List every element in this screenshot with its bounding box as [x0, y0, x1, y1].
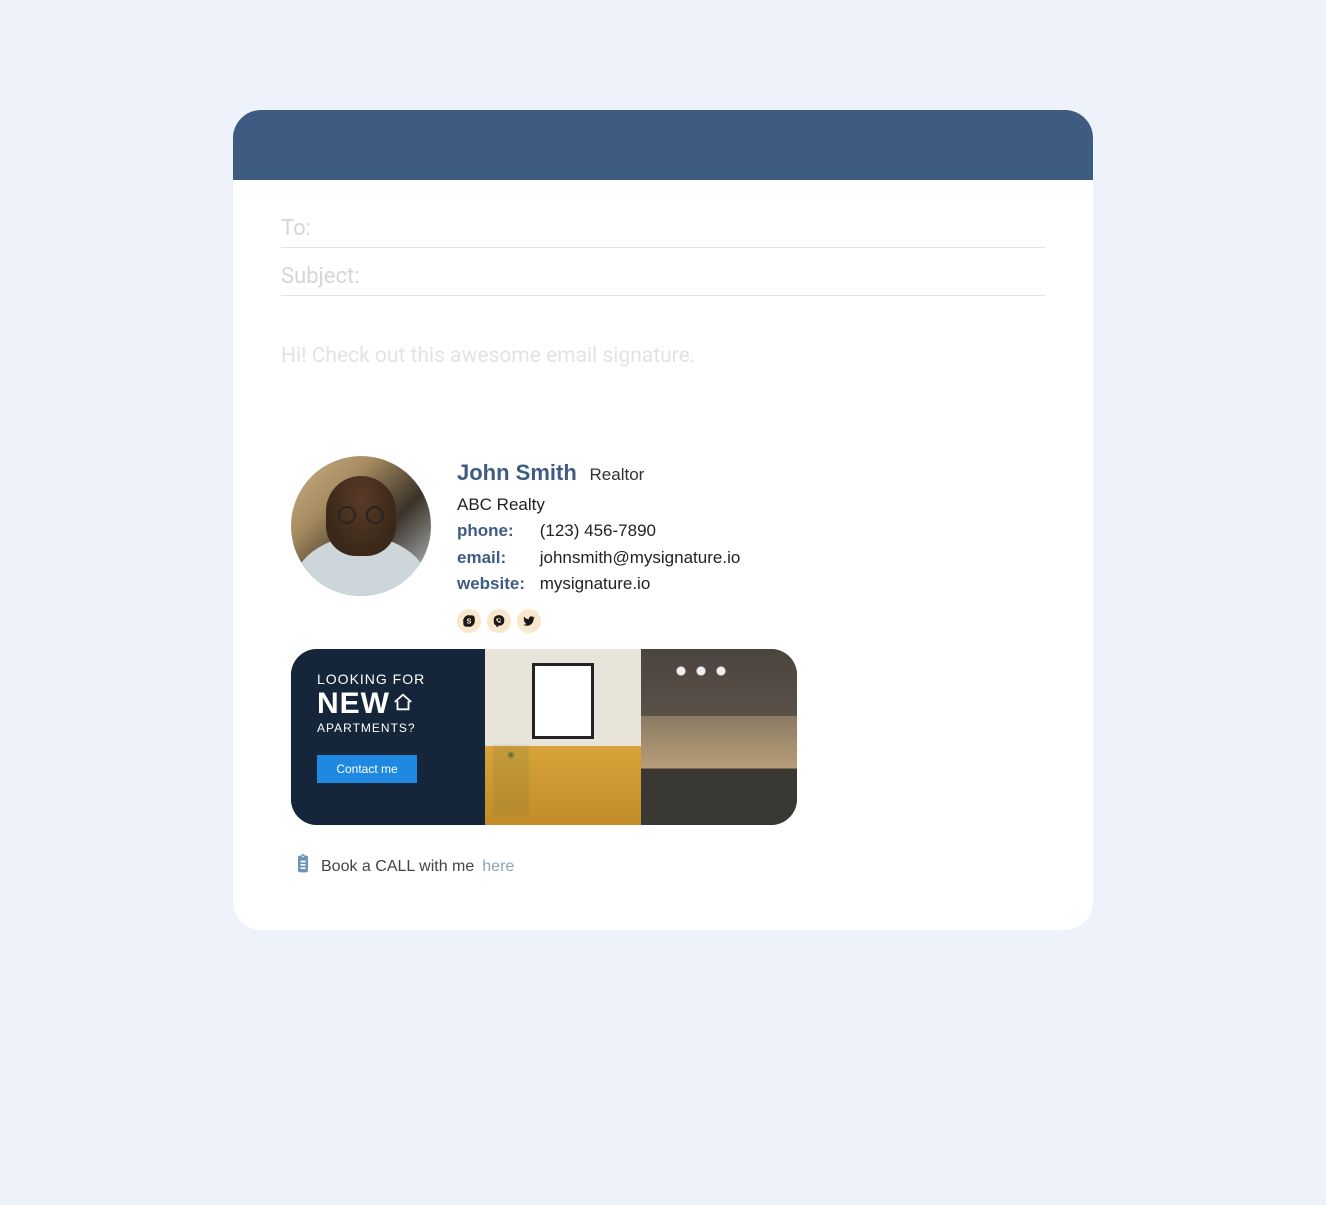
banner-text-panel: LOOKING FOR NEW APARTMENTS? Contact me — [291, 649, 485, 825]
skype-icon[interactable] — [457, 609, 481, 633]
website-value[interactable]: mysignature.io — [540, 574, 651, 593]
to-field-row[interactable]: To: — [281, 206, 1045, 248]
email-value[interactable]: johnsmith@mysignature.io — [540, 548, 741, 567]
book-call-row: Book a CALL with me here — [293, 853, 1045, 880]
signature-company: ABC Realty — [457, 492, 1045, 518]
email-compose-window: To: Subject: Hi! Check out this awesome … — [233, 110, 1093, 930]
book-call-text: Book a CALL with me — [321, 858, 474, 876]
website-label: website: — [457, 571, 535, 597]
page-background: To: Subject: Hi! Check out this awesome … — [89, 0, 1237, 1040]
promo-banner[interactable]: LOOKING FOR NEW APARTMENTS? Contact me — [291, 649, 797, 825]
viber-icon[interactable] — [487, 609, 511, 633]
social-icons-row — [457, 609, 1045, 633]
clipboard-icon — [293, 853, 313, 880]
contact-me-button[interactable]: Contact me — [317, 755, 417, 783]
twitter-icon[interactable] — [517, 609, 541, 633]
house-icon — [392, 691, 414, 713]
subject-label: Subject: — [281, 264, 360, 289]
signature-info: John Smith Realtor ABC Realty phone: (12… — [457, 456, 1045, 633]
banner-line3: APARTMENTS? — [317, 721, 467, 735]
subject-field-row[interactable]: Subject: — [281, 254, 1045, 296]
book-call-link[interactable]: here — [482, 858, 514, 876]
signature-title: Realtor — [590, 465, 645, 484]
email-label: email: — [457, 545, 535, 571]
banner-image-dining-room — [641, 649, 797, 825]
email-signature: John Smith Realtor ABC Realty phone: (12… — [291, 456, 1045, 880]
phone-label: phone: — [457, 518, 535, 544]
banner-line1: LOOKING FOR — [317, 671, 467, 687]
to-label: To: — [281, 216, 311, 241]
signature-avatar — [291, 456, 431, 596]
email-body-text[interactable]: Hi! Check out this awesome email signatu… — [281, 344, 1045, 368]
signature-name: John Smith — [457, 460, 577, 485]
email-body-area: To: Subject: Hi! Check out this awesome … — [233, 180, 1093, 930]
banner-line2: NEW — [317, 689, 467, 719]
window-title-bar — [233, 110, 1093, 180]
banner-image-living-room — [485, 649, 641, 825]
signature-top-row: John Smith Realtor ABC Realty phone: (12… — [291, 456, 1045, 633]
phone-value: (123) 456-7890 — [540, 521, 656, 540]
